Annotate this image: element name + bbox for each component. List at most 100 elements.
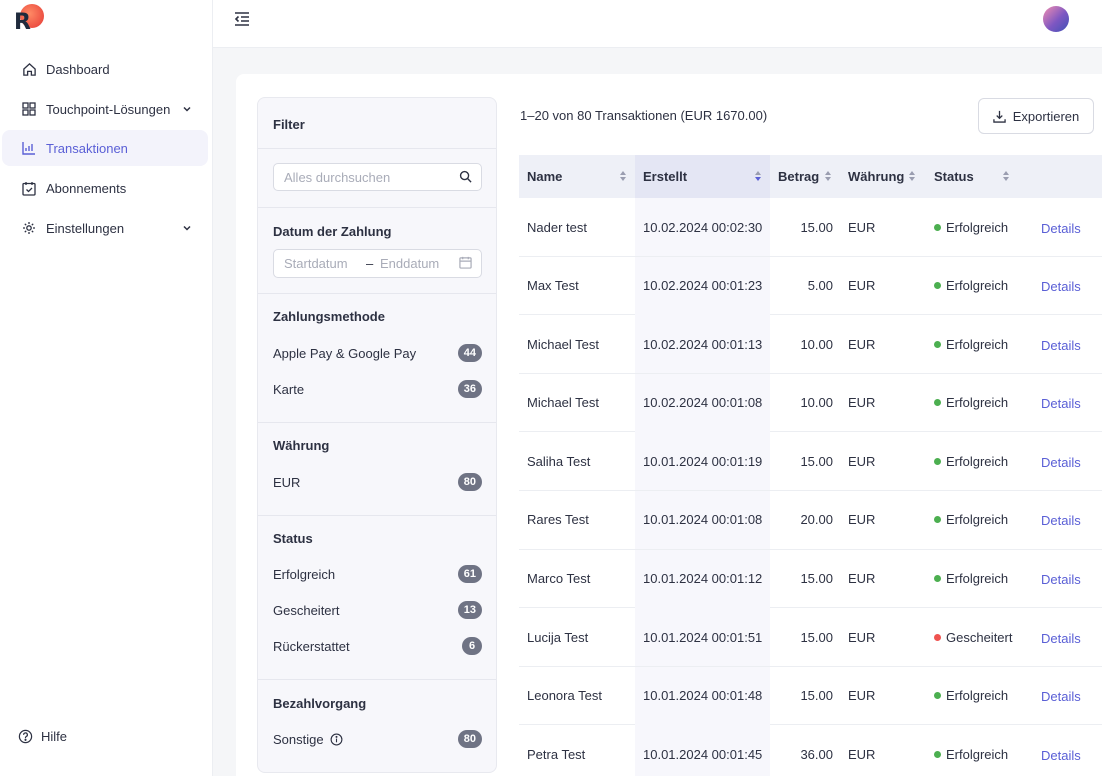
- filter-option-label: Sonstige: [273, 731, 324, 747]
- sidebar-item-abonnements[interactable]: Abonnements: [2, 170, 208, 206]
- status-heading: Status: [273, 531, 313, 546]
- sidebar-item-label: Einstellungen: [46, 220, 125, 236]
- cell-name: Max Test: [527, 278, 579, 294]
- table-row[interactable]: Marco Test 10.01.2024 00:01:12 15.00 EUR Erf…: [519, 549, 1102, 609]
- sidebar-item-einstellungen[interactable]: Einstellungen: [2, 210, 208, 246]
- sidebar-item-transaktionen[interactable]: Transaktionen: [2, 130, 208, 166]
- cell-name: Nader test: [527, 219, 587, 235]
- cell-created: 10.02.2024 00:01:23: [635, 256, 770, 315]
- cell-amount: 15.00: [800, 688, 833, 704]
- details-link[interactable]: Details: [1041, 492, 1101, 550]
- menu-collapse-icon[interactable]: [233, 10, 253, 30]
- question-circle-icon: [18, 729, 33, 744]
- status-label: Erfolgreich: [946, 336, 1009, 352]
- table-row[interactable]: Rares Test 10.01.2024 00:01:08 20.00 EUR Erf…: [519, 490, 1102, 550]
- filter-option-label: Apple Pay & Google Pay: [273, 345, 417, 361]
- search-field[interactable]: [273, 163, 482, 191]
- cell-status: Erfolgreich: [934, 550, 1030, 608]
- filter-option-eur[interactable]: EUR 80: [273, 472, 482, 492]
- cell-name: Saliha Test: [527, 453, 591, 469]
- cell-name: Michael Test: [527, 395, 600, 411]
- details-link[interactable]: Details: [1041, 316, 1101, 374]
- cell-amount: 10.00: [800, 336, 833, 352]
- table-row[interactable]: Petra Test 10.01.2024 00:01:45 36.00 EUR Erf…: [519, 725, 1102, 776]
- status-dot: [934, 399, 941, 407]
- divider: [258, 207, 496, 208]
- date-heading: Datum der Zahlung: [273, 224, 392, 239]
- status-label: Erfolgreich: [946, 395, 1009, 411]
- avatar[interactable]: [1043, 6, 1069, 32]
- end-date-input[interactable]: Enddatum: [380, 256, 439, 271]
- filter-option-sonstige[interactable]: Sonstige 80: [273, 729, 482, 749]
- status-label: Erfolgreich: [946, 453, 1009, 469]
- date-range-picker[interactable]: Startdatum – Enddatum: [273, 249, 482, 278]
- cell-name: Michael Test: [527, 336, 600, 352]
- details-link[interactable]: Details: [1041, 199, 1101, 257]
- sidebar-item-label: Transaktionen: [46, 140, 128, 156]
- details-link[interactable]: Details: [1041, 433, 1101, 491]
- cell-currency: EUR: [848, 219, 876, 235]
- details-link[interactable]: Details: [1041, 609, 1101, 667]
- currency-heading: Währung: [273, 438, 330, 453]
- status-label: Erfolgreich: [946, 688, 1009, 704]
- status-dot: [934, 516, 941, 524]
- sort-icon: [825, 171, 831, 181]
- status-dot: [934, 692, 941, 700]
- filter-option-karte[interactable]: Karte 36: [273, 379, 482, 399]
- column-label: Erstellt: [643, 169, 688, 184]
- column-header-created[interactable]: Erstellt: [635, 155, 770, 198]
- details-link[interactable]: Details: [1041, 668, 1101, 726]
- table-row[interactable]: Michael Test 10.02.2024 00:01:13 10.00 EUR E…: [519, 315, 1102, 374]
- cell-created: 10.01.2024 00:01:48: [635, 666, 770, 725]
- divider: [258, 148, 496, 149]
- search-icon[interactable]: [459, 170, 472, 186]
- sidebar-item-touchpoint[interactable]: Touchpoint-Lösungen: [2, 91, 208, 127]
- filter-option-rueckerstattet[interactable]: Rückerstattet 6: [273, 636, 482, 656]
- search-input[interactable]: [274, 164, 444, 190]
- export-button[interactable]: Exportieren: [978, 98, 1094, 134]
- table-row[interactable]: Max Test 10.02.2024 00:01:23 5.00 EUR Erfolg…: [519, 256, 1102, 316]
- info-icon[interactable]: [330, 733, 343, 746]
- status-label: Erfolgreich: [946, 219, 1009, 235]
- help-link[interactable]: Hilfe: [18, 729, 67, 744]
- table-row[interactable]: Lucija Test 10.01.2024 00:01:51 15.00 EUR Ge…: [519, 608, 1102, 667]
- filter-option-erfolgreich[interactable]: Erfolgreich 61: [273, 564, 482, 584]
- count-badge: 13: [457, 601, 482, 619]
- filter-option-gescheitert[interactable]: Gescheitert 13: [273, 600, 482, 620]
- cell-currency: EUR: [848, 395, 876, 411]
- cell-status: Erfolgreich: [934, 198, 1030, 256]
- column-header-currency[interactable]: Währung: [840, 155, 926, 198]
- start-date-input[interactable]: Startdatum: [284, 256, 348, 271]
- cell-currency: EUR: [848, 629, 876, 645]
- column-header-status[interactable]: Status: [926, 155, 1018, 198]
- logo[interactable]: R: [14, 4, 46, 36]
- calendar-check-icon: [21, 180, 37, 196]
- status-dot: [934, 633, 941, 641]
- count-badge: 80: [457, 473, 482, 491]
- details-link[interactable]: Details: [1041, 726, 1101, 776]
- details-link[interactable]: Details: [1041, 375, 1101, 433]
- logo-letter: R: [14, 10, 31, 35]
- details-link[interactable]: Details: [1041, 551, 1101, 609]
- cell-created: 10.02.2024 00:01:08: [635, 373, 770, 432]
- divider: [258, 422, 496, 423]
- filter-option-apple-google-pay[interactable]: Apple Pay & Google Pay 44: [273, 343, 482, 363]
- sidebar-item-label: Dashboard: [46, 61, 110, 77]
- details-link[interactable]: Details: [1041, 258, 1101, 316]
- column-label: Währung: [848, 169, 905, 184]
- filter-option-label: Gescheitert: [273, 602, 340, 618]
- status-label: Gescheitert: [946, 629, 1013, 645]
- table-row[interactable]: Leonora Test 10.01.2024 00:01:48 15.00 EUR E…: [519, 666, 1102, 726]
- column-header-amount[interactable]: Betrag: [770, 155, 840, 198]
- table-row[interactable]: Saliha Test 10.01.2024 00:01:19 15.00 EUR Er…: [519, 432, 1102, 491]
- cell-amount: 15.00: [800, 453, 833, 469]
- filter-option-label: Rückerstattet: [273, 638, 350, 654]
- divider: [258, 515, 496, 516]
- filter-option-label: Erfolgreich: [273, 566, 336, 582]
- table-row[interactable]: Nader test 10.02.2024 00:02:30 15.00 EUR Erf…: [519, 198, 1102, 257]
- table-row[interactable]: Michael Test 10.02.2024 00:01:08 10.00 EUR E…: [519, 373, 1102, 433]
- transactions-table: Name Erstellt Betrag Währung Status Nade…: [519, 155, 1102, 776]
- sidebar-item-dashboard[interactable]: Dashboard: [2, 51, 208, 87]
- column-header-name[interactable]: Name: [519, 155, 635, 198]
- sort-desc-icon: [755, 171, 761, 181]
